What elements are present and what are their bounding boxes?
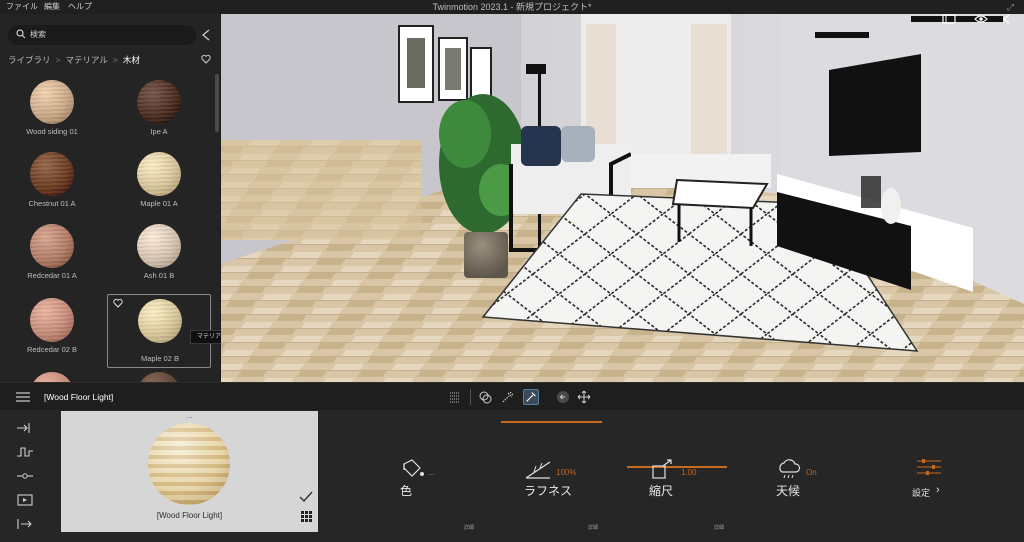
grid-icon[interactable] — [301, 511, 312, 522]
texture-grid-icon[interactable] — [447, 389, 463, 405]
expand-icon[interactable]: ⤢ — [1007, 0, 1014, 14]
material-ash-01-b[interactable]: Ash 01 B — [107, 222, 211, 294]
viewport-layout-icon[interactable] — [942, 14, 956, 24]
breadcrumb-wood: 木材 — [122, 55, 140, 65]
scale-value: 1.00 — [681, 468, 697, 477]
scale-icon — [652, 459, 672, 479]
preview-more-dots[interactable]: ... — [186, 411, 193, 420]
breadcrumb-materials[interactable]: マテリアル — [65, 55, 107, 65]
breadcrumb-library[interactable]: ライブラリ — [8, 55, 51, 65]
material-sphere — [30, 298, 74, 342]
selection-toolbar: [Wood Floor Light] — [0, 382, 1024, 410]
material-redcedar-01-a[interactable]: Redcedar 01 A — [0, 222, 104, 294]
move-gizmo-icon[interactable] — [576, 389, 592, 405]
color-detail-link[interactable]: 詳細 — [464, 524, 474, 531]
roughness-label: ラフネス — [524, 484, 573, 498]
active-tab-indicator — [501, 421, 602, 423]
material-sphere — [30, 152, 74, 196]
material-sphere — [137, 372, 181, 382]
settings-label: 設定 — [912, 488, 931, 498]
material-partial-row[interactable] — [107, 370, 211, 382]
material-sphere — [138, 299, 182, 343]
scale-label: 縮尺 — [649, 484, 674, 498]
heart-icon[interactable] — [113, 298, 123, 308]
import-icon[interactable] — [16, 422, 34, 434]
media-icon[interactable] — [16, 494, 34, 506]
material-sphere — [137, 224, 181, 268]
material-label: Chestnut 01 A — [28, 199, 76, 208]
breadcrumb-separator: > — [112, 55, 118, 65]
window-title: Twinmotion 2023.1 - 新規プロジェクト* — [432, 2, 592, 12]
material-maple-01-a[interactable]: Maple 01 A — [107, 150, 211, 222]
paint-bucket-icon — [403, 459, 424, 477]
material-sphere — [30, 372, 74, 382]
search-placeholder: 検索 — [30, 30, 46, 39]
scale-slider[interactable] — [627, 466, 727, 468]
preview-sphere — [148, 423, 230, 505]
material-label: Maple 01 A — [140, 199, 178, 208]
menu-hamburger-icon[interactable] — [16, 392, 30, 402]
material-label: Maple 02 B — [141, 354, 179, 363]
collapse-panel-icon[interactable] — [201, 28, 211, 42]
check-icon[interactable] — [299, 491, 313, 503]
material-label: Ash 01 B — [143, 271, 175, 280]
material-sphere — [30, 80, 74, 124]
chevron-right-icon: › — [936, 484, 940, 496]
export-icon[interactable] — [16, 518, 34, 530]
material-brush-icon[interactable] — [500, 389, 516, 405]
scale-detail-link[interactable]: 詳細 — [714, 524, 724, 531]
toolbar-divider — [470, 389, 471, 405]
weather-label: 天候 — [776, 484, 801, 498]
material-redcedar-02-b[interactable]: Redcedar 02 B — [0, 296, 104, 368]
eyedropper-icon[interactable] — [523, 389, 539, 405]
material-preview: ... [Wood Floor Light] — [61, 411, 318, 532]
material-label: Wood siding 01 — [26, 127, 78, 136]
material-sphere — [137, 80, 181, 124]
search-input[interactable]: 検索 — [8, 25, 196, 45]
roughness-detail-link[interactable]: 詳細 — [588, 524, 598, 531]
material-label: Ipe A — [150, 127, 168, 136]
weather-property[interactable]: On 天候 — [776, 454, 886, 514]
weather-icon — [779, 459, 801, 479]
menu-bar: ファイル 編集 ヘルプ Twinmotion 2023.1 - 新規プロジェクト… — [0, 0, 1024, 14]
color-label: 色 — [400, 484, 413, 498]
3d-viewport[interactable] — [221, 14, 1024, 382]
properties-panel: ... [Wood Floor Light] ... 色 詳細 100% ラフネ… — [0, 410, 1024, 542]
settings-button[interactable]: 設定 › — [912, 454, 972, 504]
favorites-heart-icon[interactable] — [201, 54, 211, 64]
search-icon — [16, 29, 26, 39]
path-node-icon[interactable] — [16, 470, 34, 482]
twinmotion-app: ファイル 編集 ヘルプ Twinmotion 2023.1 - 新規プロジェクト… — [0, 0, 1024, 542]
roughness-property[interactable]: 100% ラフネス 詳細 — [524, 454, 634, 531]
library-scrollbar[interactable] — [215, 74, 219, 132]
animation-curve-icon[interactable] — [16, 446, 34, 458]
back-arrow-icon[interactable] — [555, 389, 571, 405]
material-label: Redcedar 02 B — [26, 345, 78, 354]
breadcrumb: ライブラリ > マテリアル > 木材 — [8, 54, 140, 66]
color-property[interactable]: ... 色 詳細 — [398, 454, 508, 531]
scale-property[interactable]: 1.00 縮尺 詳細 — [627, 454, 737, 531]
selected-material-name: [Wood Floor Light] — [44, 392, 114, 402]
scene-render — [221, 14, 1024, 382]
select-objects-icon[interactable] — [477, 389, 493, 405]
visibility-eye-icon[interactable] — [974, 14, 988, 24]
color-value: ... — [428, 468, 435, 477]
roughness-icon — [525, 461, 551, 479]
breadcrumb-separator: > — [55, 55, 61, 65]
preview-material-name: [Wood Floor Light] — [156, 511, 223, 520]
material-partial-row[interactable] — [0, 370, 104, 382]
collapse-right-panel-icon[interactable] — [1000, 14, 1014, 24]
material-sphere — [30, 224, 74, 268]
material-wood-siding-01[interactable]: Wood siding 01 — [0, 78, 104, 150]
sliders-icon — [917, 459, 941, 475]
material-ipe-a[interactable]: Ipe A — [107, 78, 211, 150]
roughness-value: 100% — [556, 468, 577, 477]
material-sphere — [137, 152, 181, 196]
weather-value: On — [806, 468, 817, 477]
material-chestnut-01-a[interactable]: Chestnut 01 A — [0, 150, 104, 222]
library-panel: 検索 ライブラリ > マテリアル > 木材 Wood siding 01 Ipe A C… — [0, 14, 220, 382]
material-label: Redcedar 01 A — [27, 271, 77, 280]
